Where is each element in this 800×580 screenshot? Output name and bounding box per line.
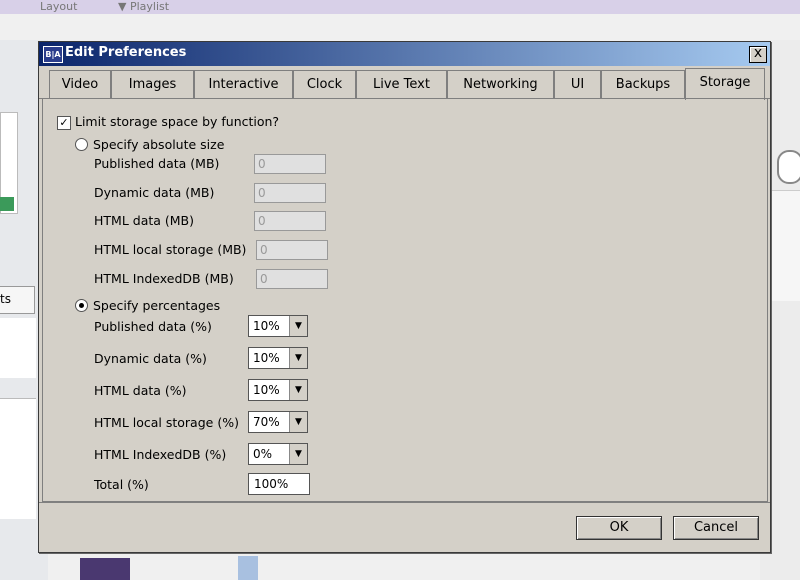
absolute-field-input[interactable]: 0 xyxy=(256,240,328,260)
percent-dropdown[interactable]: 10% ▼ xyxy=(248,347,308,369)
absolute-field-label: HTML data (MB) xyxy=(94,213,194,228)
absolute-field-label: HTML local storage (MB) xyxy=(94,242,247,257)
percentages-radio[interactable] xyxy=(75,299,88,312)
chevron-down-icon[interactable]: ▼ xyxy=(289,380,307,400)
background-left-tab[interactable]: ts xyxy=(0,286,35,314)
background-playlist-label: ▼ Playlist xyxy=(118,0,170,13)
absolute-size-label: Specify absolute size xyxy=(93,137,225,152)
absolute-field-input[interactable]: 0 xyxy=(254,183,326,203)
absolute-field-label: Published data (MB) xyxy=(94,156,220,171)
percent-field-label: HTML local storage (%) xyxy=(94,415,239,430)
dialog-titlebar[interactable]: B|A Edit Preferences x xyxy=(39,42,770,66)
tab-interactive[interactable]: Interactive xyxy=(194,70,293,98)
edit-preferences-dialog: B|A Edit Preferences x Video Images Intera… xyxy=(38,41,771,553)
background-right-strip xyxy=(772,190,800,301)
absolute-size-radio[interactable] xyxy=(75,138,88,151)
background-list-area-2 xyxy=(0,398,36,519)
background-scrollbar xyxy=(238,556,258,580)
chevron-down-icon[interactable]: ▼ xyxy=(289,412,307,432)
close-button[interactable]: x xyxy=(749,46,767,63)
percent-dropdown-value: 10% xyxy=(253,319,280,333)
app-logo-icon: B|A xyxy=(43,46,63,63)
tab-storage[interactable]: Storage xyxy=(685,68,765,100)
chevron-down-icon[interactable]: ▼ xyxy=(289,316,307,336)
chevron-down-icon[interactable]: ▼ xyxy=(289,348,307,368)
limit-storage-checkbox[interactable]: ✓ xyxy=(57,116,71,130)
percent-field-label: HTML IndexedDB (%) xyxy=(94,447,227,462)
chevron-down-icon[interactable]: ▼ xyxy=(289,444,307,464)
background-green-indicator xyxy=(0,197,14,211)
absolute-field-input[interactable]: 0 xyxy=(254,154,326,174)
tab-video[interactable]: Video xyxy=(49,70,111,98)
tab-clock[interactable]: Clock xyxy=(293,70,356,98)
total-field[interactable]: 100% xyxy=(248,473,310,495)
limit-storage-label: Limit storage space by function? xyxy=(75,114,280,129)
tab-ui[interactable]: UI xyxy=(554,70,601,98)
percent-field-label: Dynamic data (%) xyxy=(94,351,207,366)
button-separator xyxy=(39,502,770,503)
absolute-field-input[interactable]: 0 xyxy=(256,269,328,289)
background-list-area xyxy=(0,318,36,378)
absolute-field-label: Dynamic data (MB) xyxy=(94,185,215,200)
tab-backups[interactable]: Backups xyxy=(601,70,685,98)
cancel-button[interactable]: Cancel xyxy=(673,516,759,540)
ok-button[interactable]: OK xyxy=(576,516,662,540)
background-layout-label: Layout xyxy=(40,0,78,13)
percent-dropdown-value: 10% xyxy=(253,383,280,397)
background-logo xyxy=(80,558,130,580)
absolute-field-input[interactable]: 0 xyxy=(254,211,326,231)
percent-dropdown[interactable]: 10% ▼ xyxy=(248,315,308,337)
percent-dropdown-value: 10% xyxy=(253,351,280,365)
tab-images[interactable]: Images xyxy=(111,70,194,98)
percent-dropdown[interactable]: 0% ▼ xyxy=(248,443,308,465)
percent-field-label: Published data (%) xyxy=(94,319,212,334)
background-help-icon xyxy=(777,150,800,184)
percent-field-label: HTML data (%) xyxy=(94,383,187,398)
percent-dropdown-value: 70% xyxy=(253,415,280,429)
tab-networking[interactable]: Networking xyxy=(447,70,554,98)
absolute-field-label: HTML IndexedDB (MB) xyxy=(94,271,234,286)
tab-live-text[interactable]: Live Text xyxy=(356,70,447,98)
dialog-title: Edit Preferences xyxy=(65,45,187,60)
percentages-label: Specify percentages xyxy=(93,298,221,313)
total-label: Total (%) xyxy=(94,477,149,492)
percent-dropdown-value: 0% xyxy=(253,447,273,461)
percent-dropdown[interactable]: 10% ▼ xyxy=(248,379,308,401)
percent-dropdown[interactable]: 70% ▼ xyxy=(248,411,308,433)
